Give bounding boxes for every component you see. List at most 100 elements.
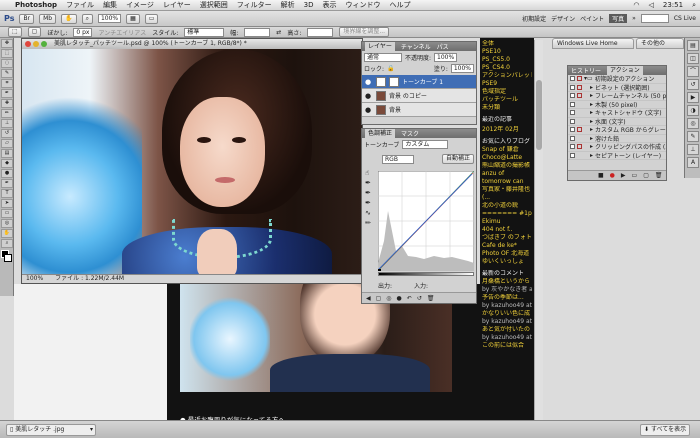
path-select-tool-icon[interactable]: ➤: [1, 199, 13, 208]
blog-link[interactable]: Cafe de ke*: [482, 242, 532, 250]
app-menu[interactable]: Photoshop: [15, 1, 57, 9]
action-check-icon[interactable]: [570, 152, 575, 158]
eyedropper-tool-icon[interactable]: ✒: [1, 89, 13, 98]
zoom-tool-icon[interactable]: ⌕: [81, 13, 93, 24]
blog-link[interactable]: ======= #1p: [482, 210, 532, 218]
layer-name[interactable]: トーンカーブ 1: [402, 77, 443, 86]
expand-arrow-icon[interactable]: ▸: [590, 126, 593, 133]
expand-arrow-icon[interactable]: ▸: [590, 92, 593, 99]
channels-dock-icon[interactable]: ◫: [687, 53, 699, 64]
blog-link[interactable]: 北の小道の鋭: [482, 202, 532, 210]
expand-view-icon[interactable]: ▢: [376, 295, 382, 302]
action-item[interactable]: ▸フレームチャンネル (50 pixel): [568, 92, 666, 101]
visibility-eye-icon[interactable]: ●: [365, 106, 373, 114]
expand-arrow-icon[interactable]: ▸: [590, 84, 593, 91]
menu-window[interactable]: ウィンドウ: [345, 0, 380, 10]
minimize-window-icon[interactable]: [33, 41, 39, 47]
history-brush-icon[interactable]: ↺: [1, 129, 13, 138]
style-select[interactable]: 標準: [184, 27, 225, 37]
antialias-checkbox[interactable]: アンチエイリアス: [98, 28, 146, 37]
menu-analysis[interactable]: 解析: [281, 0, 295, 10]
new-set-icon[interactable]: ▭: [632, 172, 638, 179]
menu-help[interactable]: ヘルプ: [389, 0, 410, 10]
bridge-icon[interactable]: Br: [19, 13, 35, 24]
menu-select[interactable]: 選択範囲: [200, 0, 228, 10]
zoom-window-icon[interactable]: [41, 41, 47, 47]
blog-link[interactable]: (...: [482, 194, 532, 202]
background-color-swatch[interactable]: [4, 254, 12, 262]
adjust-dock-icon[interactable]: ◑: [687, 105, 699, 116]
tab-paths[interactable]: パス: [437, 42, 449, 51]
workspace-default[interactable]: 初期設定: [522, 14, 546, 23]
3d-rotate-tool-icon[interactable]: ◎: [1, 219, 13, 228]
workspace-paint[interactable]: ペイント: [580, 14, 604, 23]
clone-dock-icon[interactable]: ⊥: [687, 144, 699, 155]
curves-preset-select[interactable]: カスタム: [402, 140, 449, 149]
action-item[interactable]: ▸ カスタム RGB からグレー...: [568, 126, 666, 135]
stamp-tool-icon[interactable]: ⊥: [1, 119, 13, 128]
layer-row[interactable]: ● 背景: [362, 103, 476, 117]
arrange-documents-icon[interactable]: ▦: [126, 13, 140, 24]
category-link[interactable]: アクションパレット: [482, 72, 532, 80]
comment-link[interactable]: この前には似合: [482, 342, 532, 350]
screen-mode-icon[interactable]: ▭: [144, 13, 159, 24]
action-set[interactable]: ▾▭ 初期設定のアクション: [568, 75, 666, 84]
actions-dock-icon[interactable]: ▶: [687, 92, 699, 103]
workspace-design[interactable]: デザイン: [551, 14, 575, 23]
curve-pencil-icon[interactable]: ✏: [365, 219, 375, 229]
comment-link[interactable]: かなりいい色に成: [482, 310, 532, 318]
document-title-bar[interactable]: 美肌レタッチ_パッチツール.psd @ 100% (トーンカーブ 1, RGB/…: [22, 39, 362, 49]
category-link[interactable]: 色域指定: [482, 88, 532, 96]
curve-point-icon[interactable]: ∿: [365, 209, 375, 219]
blog-link[interactable]: 熊山縮道の撮影帳: [482, 162, 532, 170]
hand-icon[interactable]: ✋: [61, 13, 77, 24]
menu-image[interactable]: イメージ: [126, 0, 154, 10]
view-previous-icon[interactable]: ↶: [407, 295, 412, 302]
layer-name[interactable]: 背景 のコピー: [389, 91, 427, 100]
zoom-tool-icon-2[interactable]: ⌕: [1, 239, 13, 248]
menu-edit[interactable]: 編集: [103, 0, 117, 10]
wifi-icon[interactable]: ◠: [633, 1, 639, 9]
dialog-toggle-icon[interactable]: [577, 144, 582, 150]
tab-history[interactable]: ヒストリー: [571, 66, 601, 75]
blog-link[interactable]: anzu of: [482, 170, 532, 178]
action-check-icon[interactable]: [570, 144, 575, 150]
auto-button[interactable]: 自動補正: [441, 154, 474, 164]
category-link[interactable]: 全体: [482, 40, 532, 48]
action-item[interactable]: ▸ キャストシャドウ (文字): [568, 109, 666, 118]
comment-link[interactable]: 月桑橋というから: [482, 278, 532, 286]
delete-action-icon[interactable]: 🗑: [655, 172, 663, 179]
record-icon[interactable]: ●: [610, 172, 615, 179]
curve-hand-icon[interactable]: ☝: [365, 169, 375, 179]
category-link[interactable]: PS_CS5.0: [482, 56, 532, 64]
quick-select-tool-icon[interactable]: ✎: [1, 69, 13, 78]
dialog-toggle-icon[interactable]: [577, 127, 582, 133]
masks-dock-icon[interactable]: ◎: [687, 118, 699, 129]
marquee-tool-icon[interactable]: ⬚: [1, 49, 13, 58]
back-arrow-icon[interactable]: ◀: [366, 295, 371, 302]
move-tool-icon[interactable]: ✥: [1, 39, 13, 48]
close-window-icon[interactable]: [25, 41, 31, 47]
action-check-icon[interactable]: [570, 118, 575, 124]
pen-tool-icon[interactable]: ✒: [1, 179, 13, 188]
shape-tool-icon[interactable]: ▭: [1, 209, 13, 218]
lock-icon[interactable]: 🔒: [387, 65, 394, 72]
tab-layers[interactable]: レイヤー: [365, 42, 395, 51]
zoom-level[interactable]: 100%: [97, 14, 122, 23]
category-link[interactable]: PSE9: [482, 80, 532, 88]
menu-layer[interactable]: レイヤー: [163, 0, 191, 10]
new-action-icon[interactable]: ▢: [643, 172, 649, 179]
browser-tab-other[interactable]: その他の: [636, 38, 684, 49]
browser-scrollbar[interactable]: [534, 40, 543, 438]
blog-link[interactable]: tomorrow can: [482, 178, 532, 186]
mini-bridge-icon[interactable]: Mb: [39, 13, 57, 24]
more-workspaces-icon[interactable]: »: [632, 15, 636, 22]
expand-arrow-icon[interactable]: ▸: [590, 101, 593, 108]
lasso-tool-icon[interactable]: ◌: [1, 59, 13, 68]
dialog-toggle-icon[interactable]: [577, 102, 582, 107]
reset-icon[interactable]: ↺: [417, 295, 422, 302]
clock[interactable]: 23:51: [663, 1, 683, 9]
feather-input[interactable]: 0 px: [73, 27, 93, 37]
menu-view[interactable]: 表示: [322, 0, 336, 10]
dialog-toggle-icon[interactable]: [577, 110, 582, 115]
